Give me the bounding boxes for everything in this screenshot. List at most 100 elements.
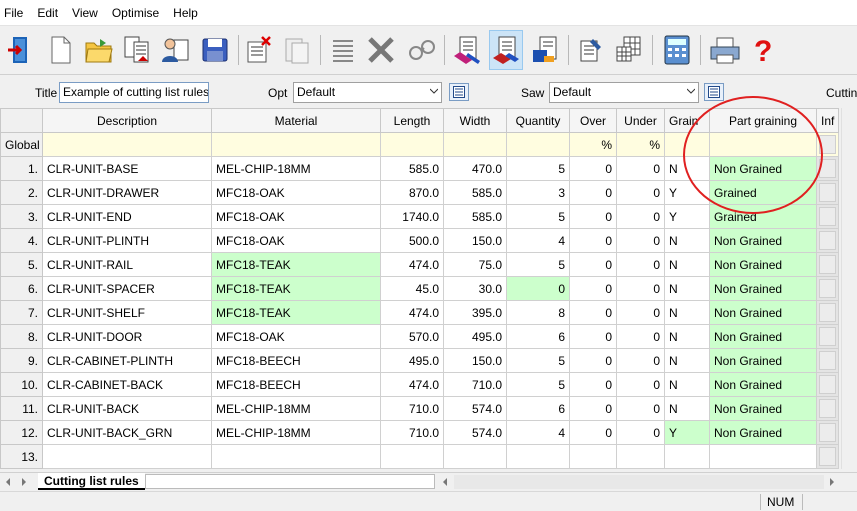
col-header-quantity[interactable]: Quantity bbox=[506, 108, 570, 133]
length-cell[interactable]: 570.0 bbox=[380, 324, 444, 349]
help-icon[interactable]: ? bbox=[746, 30, 780, 70]
part-graining-cell[interactable]: Non Grained bbox=[709, 156, 817, 181]
row-number[interactable]: 2. bbox=[0, 180, 43, 205]
part-graining-cell[interactable]: Non Grained bbox=[709, 324, 817, 349]
grain-cell[interactable] bbox=[664, 444, 710, 469]
quantity-cell[interactable]: 3 bbox=[506, 180, 570, 205]
width-cell[interactable]: 395.0 bbox=[443, 300, 507, 325]
row-number[interactable]: 13. bbox=[0, 444, 43, 469]
inf-cell[interactable] bbox=[816, 276, 839, 301]
length-cell[interactable]: 45.0 bbox=[380, 276, 444, 301]
description-cell[interactable]: CLR-UNIT-BACK_GRN bbox=[42, 420, 212, 445]
description-cell[interactable]: CLR-UNIT-BACK bbox=[42, 396, 212, 421]
global-length-cell[interactable] bbox=[380, 132, 444, 157]
material-cell[interactable]: MFC18-BEECH bbox=[211, 372, 381, 397]
under-cell[interactable]: 0 bbox=[616, 228, 665, 253]
material-cell[interactable]: MEL-CHIP-18MM bbox=[211, 156, 381, 181]
global-under-cell[interactable]: % bbox=[616, 132, 665, 157]
quantity-cell[interactable]: 5 bbox=[506, 252, 570, 277]
global-material-cell[interactable] bbox=[211, 132, 381, 157]
tab-scroll-left-icon[interactable] bbox=[4, 476, 12, 490]
length-cell[interactable]: 474.0 bbox=[380, 372, 444, 397]
saw-params-button[interactable] bbox=[704, 83, 724, 101]
under-cell[interactable]: 0 bbox=[616, 420, 665, 445]
description-cell[interactable]: CLR-UNIT-END bbox=[42, 204, 212, 229]
length-cell[interactable]: 500.0 bbox=[380, 228, 444, 253]
quantity-cell[interactable]: 4 bbox=[506, 420, 570, 445]
length-cell[interactable]: 710.0 bbox=[380, 396, 444, 421]
customer-icon[interactable] bbox=[158, 30, 192, 70]
under-cell[interactable]: 0 bbox=[616, 300, 665, 325]
over-cell[interactable]: 0 bbox=[569, 204, 617, 229]
part-graining-cell[interactable] bbox=[709, 444, 817, 469]
row-number[interactable]: 4. bbox=[0, 228, 43, 253]
over-cell[interactable] bbox=[569, 444, 617, 469]
length-cell[interactable]: 585.0 bbox=[380, 156, 444, 181]
list-icon[interactable] bbox=[326, 30, 360, 70]
hscroll-left-icon[interactable] bbox=[441, 476, 449, 490]
width-cell[interactable]: 470.0 bbox=[443, 156, 507, 181]
delete-icon[interactable] bbox=[242, 30, 276, 70]
under-cell[interactable]: 0 bbox=[616, 324, 665, 349]
global-inf-cell[interactable] bbox=[816, 132, 839, 157]
tab-cutting-list-rules[interactable]: Cutting list rules bbox=[38, 473, 145, 490]
tab-scroll-right-icon[interactable] bbox=[20, 476, 28, 490]
grain-cell[interactable]: N bbox=[664, 372, 710, 397]
part-graining-cell[interactable]: Non Grained bbox=[709, 396, 817, 421]
col-header-over[interactable]: Over bbox=[569, 108, 617, 133]
under-cell[interactable]: 0 bbox=[616, 156, 665, 181]
width-cell[interactable]: 30.0 bbox=[443, 276, 507, 301]
row-number[interactable]: 3. bbox=[0, 204, 43, 229]
part-graining-cell[interactable]: Non Grained bbox=[709, 420, 817, 445]
width-cell[interactable]: 585.0 bbox=[443, 180, 507, 205]
inf-cell[interactable] bbox=[816, 300, 839, 325]
over-cell[interactable]: 0 bbox=[569, 252, 617, 277]
over-cell[interactable]: 0 bbox=[569, 324, 617, 349]
width-cell[interactable]: 574.0 bbox=[443, 420, 507, 445]
global-part-graining-cell[interactable] bbox=[709, 132, 817, 157]
grain-cell[interactable]: Y bbox=[664, 180, 710, 205]
length-cell[interactable]: 710.0 bbox=[380, 420, 444, 445]
grain-cell[interactable]: N bbox=[664, 156, 710, 181]
material-cell[interactable]: MFC18-OAK bbox=[211, 204, 381, 229]
row-number[interactable]: 7. bbox=[0, 300, 43, 325]
inf-cell[interactable] bbox=[816, 228, 839, 253]
inf-cell[interactable] bbox=[816, 180, 839, 205]
under-cell[interactable]: 0 bbox=[616, 276, 665, 301]
over-cell[interactable]: 0 bbox=[569, 372, 617, 397]
copy-list-icon[interactable] bbox=[120, 30, 154, 70]
material-cell[interactable]: MEL-CHIP-18MM bbox=[211, 396, 381, 421]
description-cell[interactable]: CLR-UNIT-DOOR bbox=[42, 324, 212, 349]
menu-optimise[interactable]: Optimise bbox=[105, 0, 166, 26]
col-header-length[interactable]: Length bbox=[380, 108, 444, 133]
row-number[interactable]: 8. bbox=[0, 324, 43, 349]
quantity-cell[interactable] bbox=[506, 444, 570, 469]
quantity-cell[interactable]: 5 bbox=[506, 348, 570, 373]
row-number[interactable]: 9. bbox=[0, 348, 43, 373]
quantity-cell[interactable]: 4 bbox=[506, 228, 570, 253]
paste-icon[interactable] bbox=[280, 30, 314, 70]
hscroll-right-icon[interactable] bbox=[828, 476, 836, 490]
description-cell[interactable]: CLR-UNIT-RAIL bbox=[42, 252, 212, 277]
description-cell[interactable]: CLR-CABINET-PLINTH bbox=[42, 348, 212, 373]
edge-icon[interactable] bbox=[528, 30, 562, 70]
row-number[interactable]: 11. bbox=[0, 396, 43, 421]
part-graining-cell[interactable]: Non Grained bbox=[709, 300, 817, 325]
grain-cell[interactable]: N bbox=[664, 324, 710, 349]
part-graining-cell[interactable]: Non Grained bbox=[709, 228, 817, 253]
grid-icon[interactable] bbox=[612, 30, 646, 70]
material-cell[interactable]: MFC18-OAK bbox=[211, 228, 381, 253]
under-cell[interactable]: 0 bbox=[616, 252, 665, 277]
width-cell[interactable]: 150.0 bbox=[443, 348, 507, 373]
inf-cell[interactable] bbox=[816, 348, 839, 373]
quantity-cell[interactable]: 6 bbox=[506, 396, 570, 421]
over-cell[interactable]: 0 bbox=[569, 180, 617, 205]
exit-icon[interactable] bbox=[4, 30, 38, 70]
part-graining-cell[interactable]: Non Grained bbox=[709, 372, 817, 397]
row-number[interactable]: 12. bbox=[0, 420, 43, 445]
description-cell[interactable]: CLR-UNIT-SPACER bbox=[42, 276, 212, 301]
width-cell[interactable]: 574.0 bbox=[443, 396, 507, 421]
menu-help[interactable]: Help bbox=[166, 0, 205, 26]
width-cell[interactable]: 75.0 bbox=[443, 252, 507, 277]
length-cell[interactable]: 474.0 bbox=[380, 300, 444, 325]
